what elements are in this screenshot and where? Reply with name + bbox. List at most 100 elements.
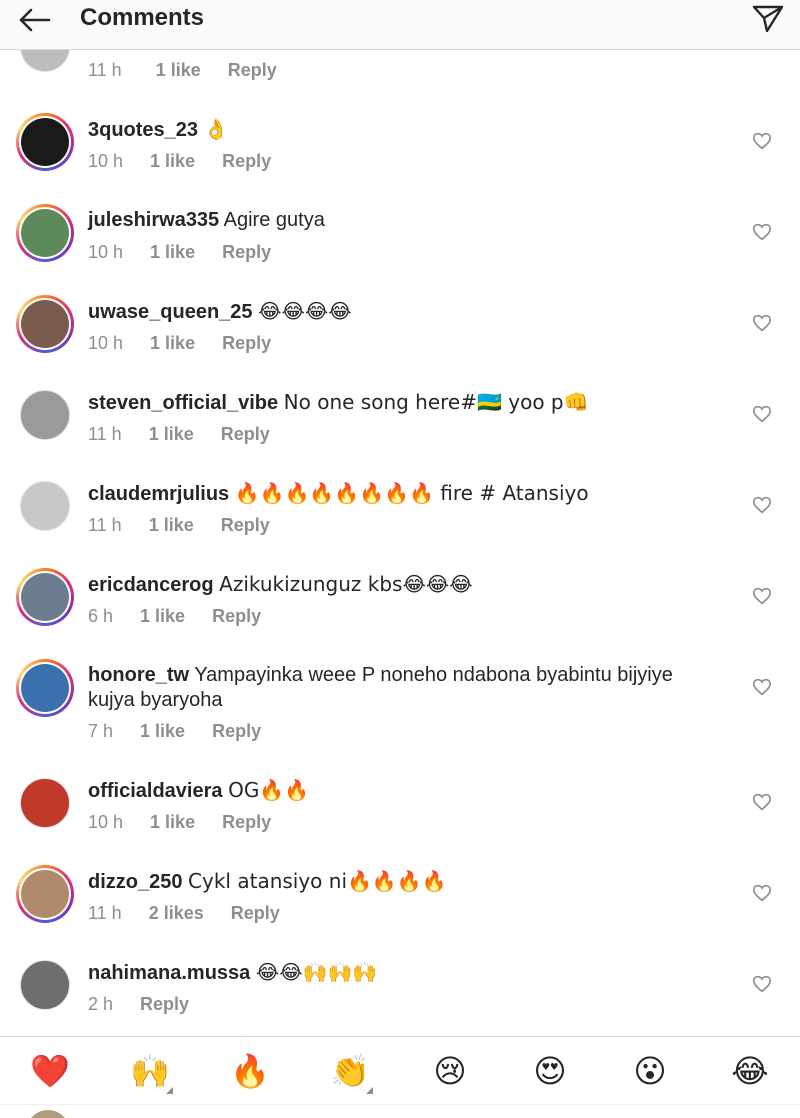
like-heart-icon[interactable] [752,132,772,150]
reply-button[interactable]: Reply [228,60,277,81]
comment-text: 😂😂🙌🙌🙌 [255,960,378,984]
comment-likes[interactable]: 1 like [150,151,195,172]
avatar-image [21,209,69,257]
comment-username[interactable]: officialdaviera [88,780,223,802]
reply-button[interactable]: Reply [212,721,261,742]
reply-button[interactable]: Reply [222,151,271,172]
comment-time: 11 h [88,515,122,535]
like-heart-icon[interactable] [752,223,772,241]
emoji-laughing-button[interactable]: 😂 [728,1051,772,1091]
comment-username[interactable]: steven_official_vibe [88,392,278,414]
comment-text: OG🔥🔥 [228,778,310,802]
comment-likes[interactable]: 1 like [140,721,185,742]
comment-time: 10 h [88,812,124,832]
comment-text: Azikukizunguz kbs😂😂😂 [219,572,473,596]
like-heart-icon[interactable] [752,678,772,696]
page-title: Comments [80,4,205,31]
avatar-image [20,481,70,531]
comment-text: 😂😂😂😂 [258,299,352,323]
comment-text: 👌 [203,117,229,141]
comment-time: 10 h [88,333,124,353]
app-header: Comments [0,0,800,50]
comment-text: 🔥🔥🔥🔥🔥🔥🔥🔥 fire # Atansiyo [234,481,589,505]
comment-text: No one song here#🇷🇼 yoo p👊 [283,390,589,414]
comment-time: 10 h [88,151,124,171]
avatar-image [20,960,70,1010]
avatar[interactable] [16,477,74,535]
comment-username[interactable]: nahimana.mussa [88,962,250,984]
emoji-surprised-button[interactable]: 😮 [628,1051,672,1091]
reply-button[interactable]: Reply [222,242,271,263]
comment-likes[interactable]: 1 like [140,606,185,627]
comment-likes[interactable]: 1 like [149,515,194,536]
avatar[interactable] [16,113,74,171]
avatar[interactable] [16,865,74,923]
comment-text: Cykl atansiyo ni🔥🔥🔥🔥 [188,869,447,893]
comment-list[interactable]: 11 h 1 like Reply 3quotes_23 👌 10 h 1 li… [0,0,800,1036]
emoji-raised-hands-button[interactable]: 🙌 [128,1051,172,1091]
back-arrow-icon [19,8,51,32]
avatar[interactable] [16,568,74,626]
comment-likes[interactable]: 1 like [150,812,195,833]
quick-emoji-bar: ❤️ 🙌 🔥 👏 😢 😍 😮 😂 [0,1036,800,1104]
comment-text: Agire gutya [223,209,325,231]
like-heart-icon[interactable] [752,405,772,423]
skin-tone-indicator-icon [166,1087,173,1094]
avatar-image [21,664,69,712]
reply-button[interactable]: Reply [140,994,189,1015]
comment-likes[interactable]: 1 like [150,242,195,263]
emoji-heart-eyes-button[interactable]: 😍 [528,1051,572,1091]
comment-time: 2 h [88,994,114,1014]
emoji-fire-button[interactable]: 🔥 [228,1051,272,1091]
like-heart-icon[interactable] [752,587,772,605]
avatar-image [20,778,70,828]
comment-username[interactable]: honore_tw [88,664,189,686]
direct-message-button[interactable] [748,0,788,36]
comment-time: 10 h [88,242,124,262]
avatar-image [20,390,70,440]
avatar[interactable] [16,386,74,444]
comment-time: 7 h [88,721,114,741]
emoji-clap-button[interactable]: 👏 [328,1051,372,1091]
avatar-image [21,118,69,166]
emoji-crying-button[interactable]: 😢 [428,1051,472,1091]
comment-username[interactable]: dizzo_250 [88,871,182,893]
like-heart-icon[interactable] [752,793,772,811]
comment-likes[interactable]: 1 like [149,424,194,445]
comment-likes[interactable]: 1 like [156,60,201,81]
comment-username[interactable]: claudemrjulius [88,483,229,505]
comment-time: 11 h [88,424,122,444]
avatar[interactable] [16,659,74,717]
back-button[interactable] [14,2,54,38]
avatar[interactable] [16,956,74,1014]
comment-time: 11 h [88,903,122,923]
comment-username[interactable]: 3quotes_23 [88,119,198,141]
avatar[interactable] [16,295,74,353]
reply-button[interactable]: Reply [212,606,261,627]
comment-username[interactable]: juleshirwa335 [88,209,219,231]
avatar[interactable] [16,204,74,262]
like-heart-icon[interactable] [752,884,772,902]
avatar-image [21,300,69,348]
skin-tone-indicator-icon [366,1087,373,1094]
send-icon [752,5,784,32]
comment-likes[interactable]: 1 like [150,333,195,354]
comment-time: 11 h [88,60,122,80]
comment-time: 6 h [88,606,114,626]
comment-likes[interactable]: 2 likes [149,903,204,924]
reply-button[interactable]: Reply [222,812,271,833]
like-heart-icon[interactable] [752,314,772,332]
reply-button[interactable]: Reply [221,515,270,536]
like-heart-icon[interactable] [752,975,772,993]
reply-button[interactable]: Reply [222,333,271,354]
avatar-image [21,870,69,918]
reply-button[interactable]: Reply [231,903,280,924]
avatar-image [21,573,69,621]
comment-username[interactable]: uwase_queen_25 [88,301,253,323]
comment-username[interactable]: ericdancerog [88,574,214,596]
reply-button[interactable]: Reply [221,424,270,445]
comment-composer[interactable] [0,1104,800,1118]
avatar[interactable] [16,774,74,832]
emoji-heart-button[interactable]: ❤️ [28,1051,72,1091]
like-heart-icon[interactable] [752,496,772,514]
